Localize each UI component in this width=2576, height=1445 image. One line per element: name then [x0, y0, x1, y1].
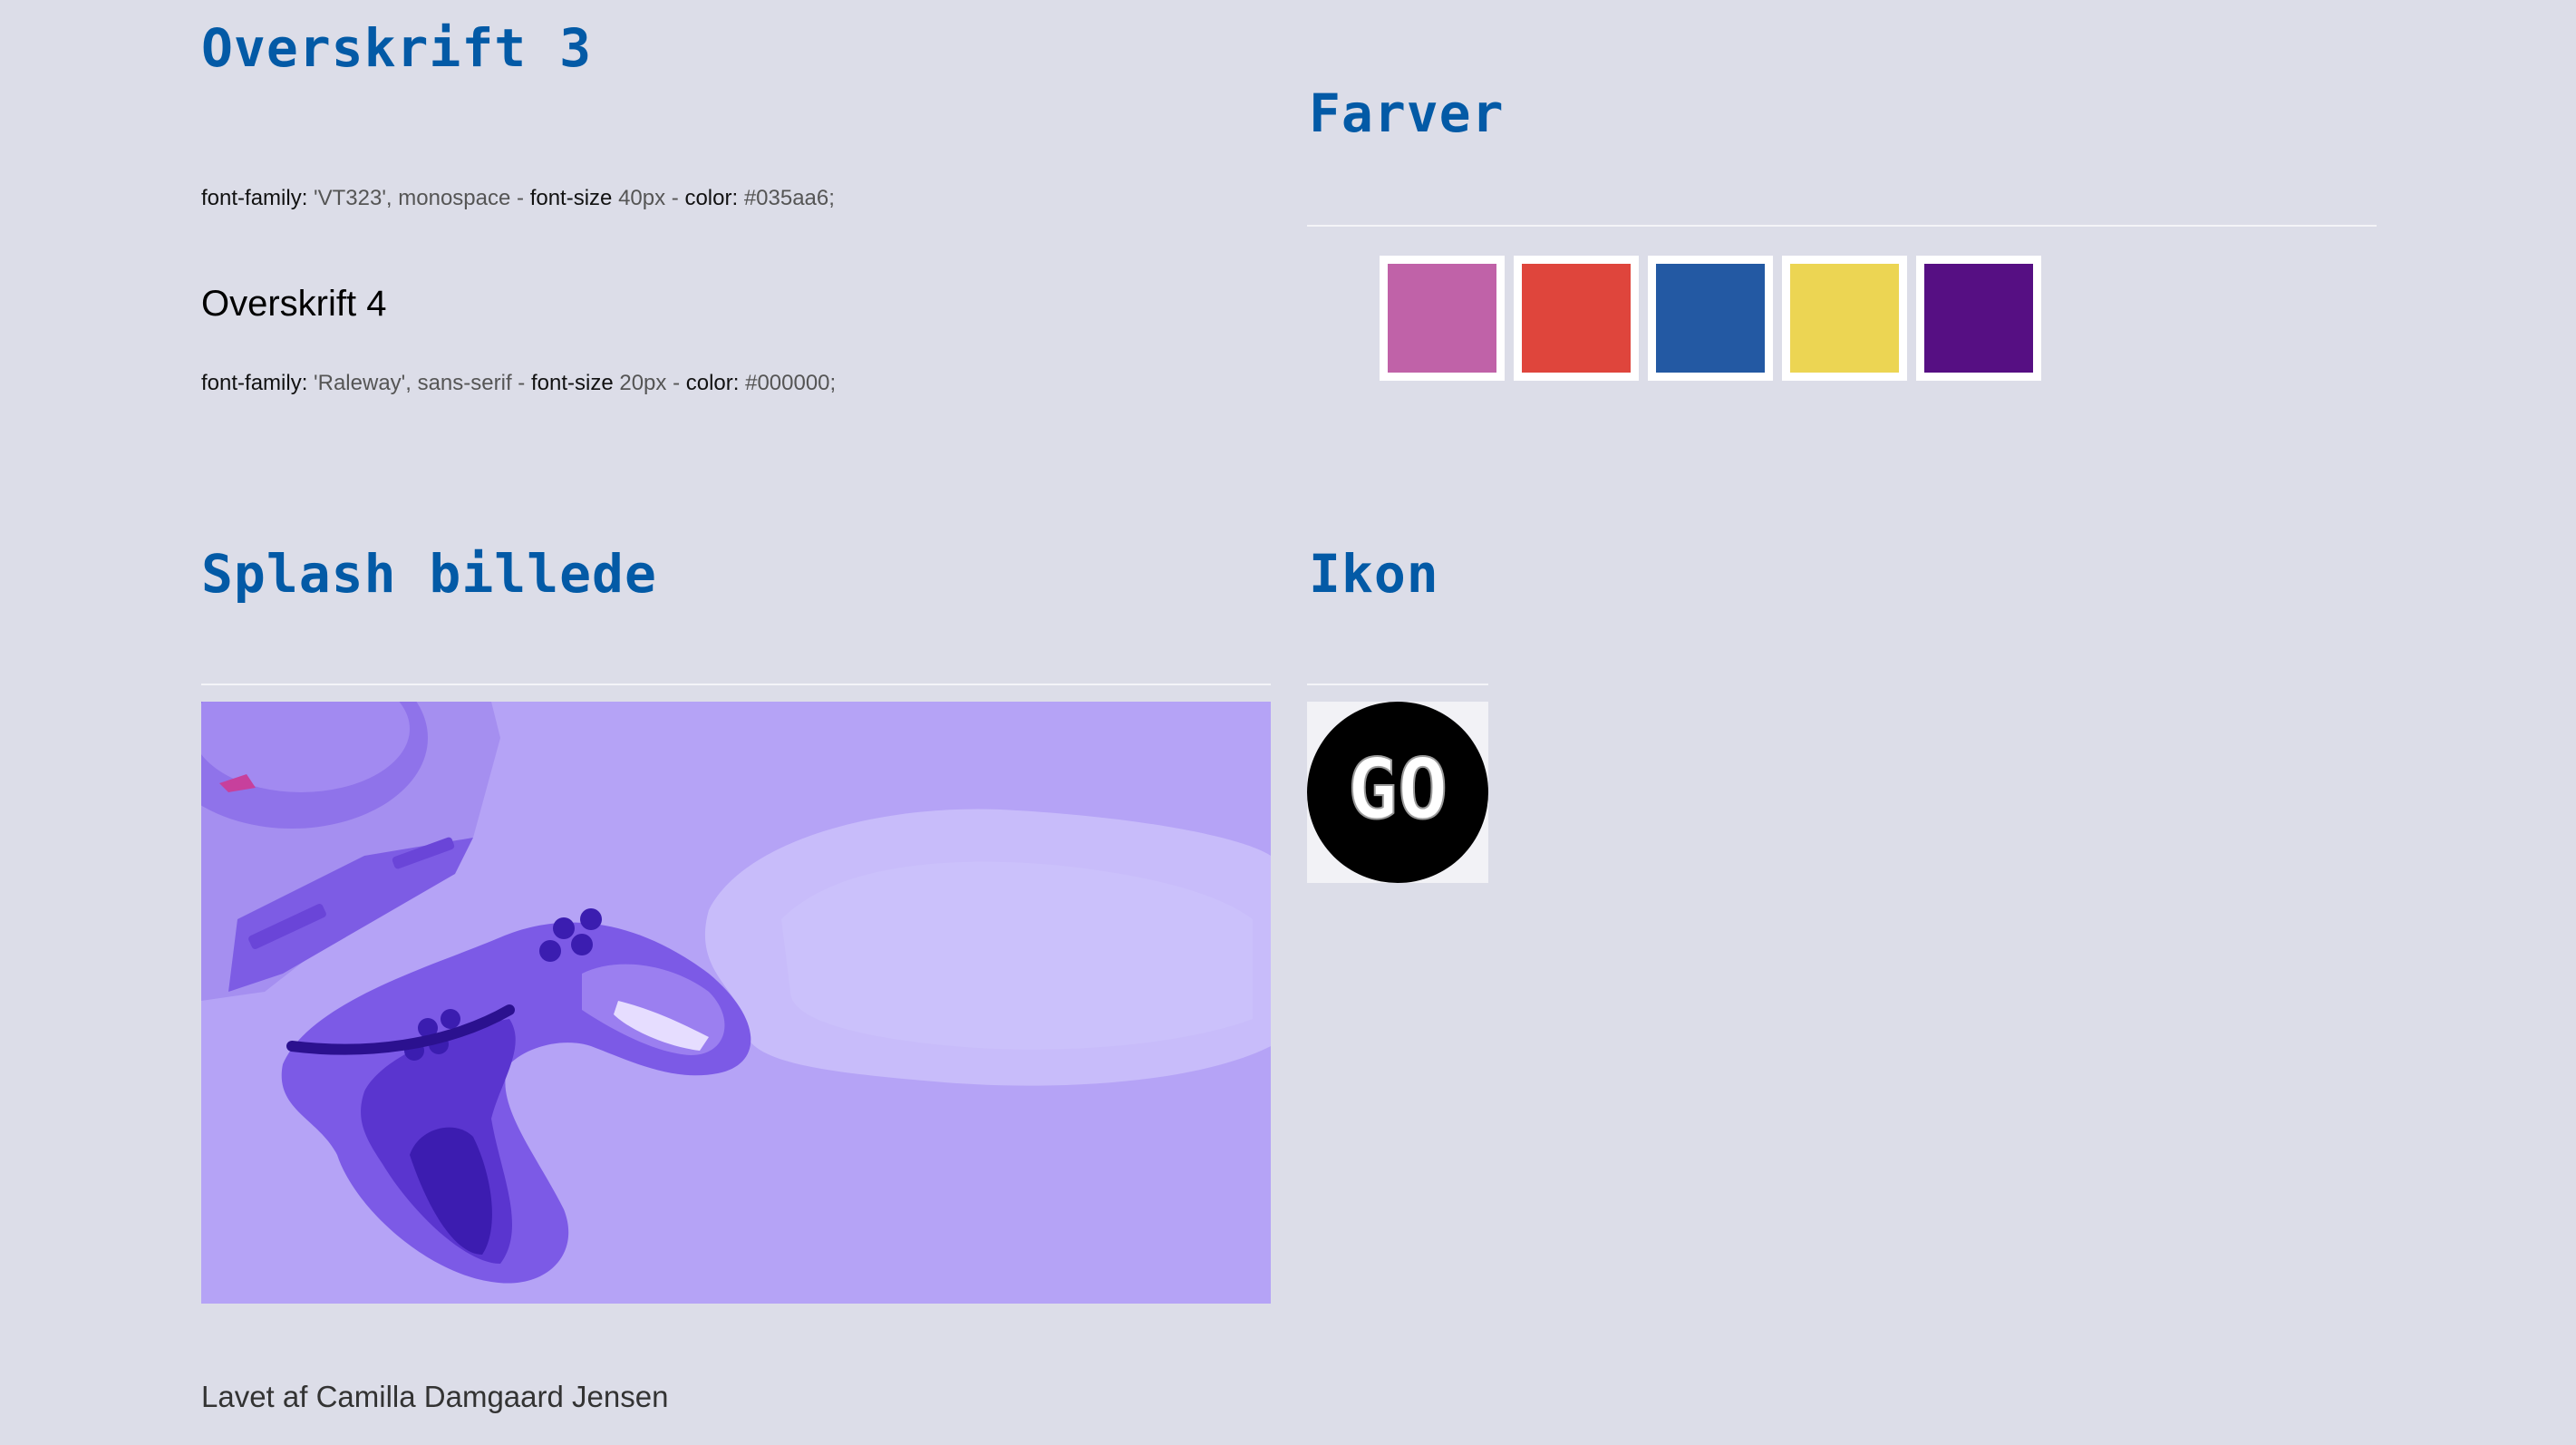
spec-color-label: color: [685, 371, 740, 395]
colors-divider [1307, 225, 2377, 227]
logo-text: GO [1348, 741, 1448, 838]
splash-divider [201, 684, 1271, 685]
spec-sep: - [671, 186, 679, 210]
spec-color-value: #035aa6; [743, 186, 835, 210]
colors-title: Farver [1309, 82, 1505, 144]
spec-family-value: 'Raleway', sans-serif [314, 371, 512, 395]
spec-size-value: 40px [618, 186, 666, 210]
spec-color-value: #000000; [745, 371, 837, 395]
color-swatch-red [1514, 256, 1639, 381]
spec-size-label: font-size [529, 186, 613, 210]
spec-family-label: font-family: [201, 186, 308, 210]
splash-title: Splash billede [201, 543, 657, 605]
color-swatch-blue [1648, 256, 1773, 381]
spec-family-label: font-family: [201, 371, 308, 395]
heading4-spec: font-family: 'Raleway', sans-serif - fon… [201, 371, 836, 396]
spec-size-value: 20px [619, 371, 667, 395]
heading3-sample: Overskrift 3 [201, 17, 593, 79]
spec-family-value: 'VT323', monospace [314, 186, 511, 210]
spec-sep: - [518, 371, 526, 395]
footer-credit: Lavet af Camilla Damgaard Jensen [201, 1380, 669, 1413]
color-swatch-yellow [1782, 256, 1907, 381]
icon-title: Ikon [1309, 543, 1439, 605]
spec-color-label: color: [684, 186, 739, 210]
icon-preview: GO [1307, 702, 1488, 883]
heading3-spec: font-family: 'VT323', monospace - font-s… [201, 186, 835, 211]
splash-image [201, 702, 1271, 1304]
game-controller-illustration [201, 702, 1271, 1304]
heading4-sample: Overskrift 4 [201, 284, 387, 324]
go-logo-icon: GO [1307, 702, 1488, 883]
spec-sep: - [673, 371, 681, 395]
color-swatch-purple [1916, 256, 2041, 381]
spec-sep: - [517, 186, 525, 210]
spec-size-label: font-size [530, 371, 614, 395]
color-swatch-pink [1380, 256, 1505, 381]
icon-divider [1307, 684, 1488, 685]
